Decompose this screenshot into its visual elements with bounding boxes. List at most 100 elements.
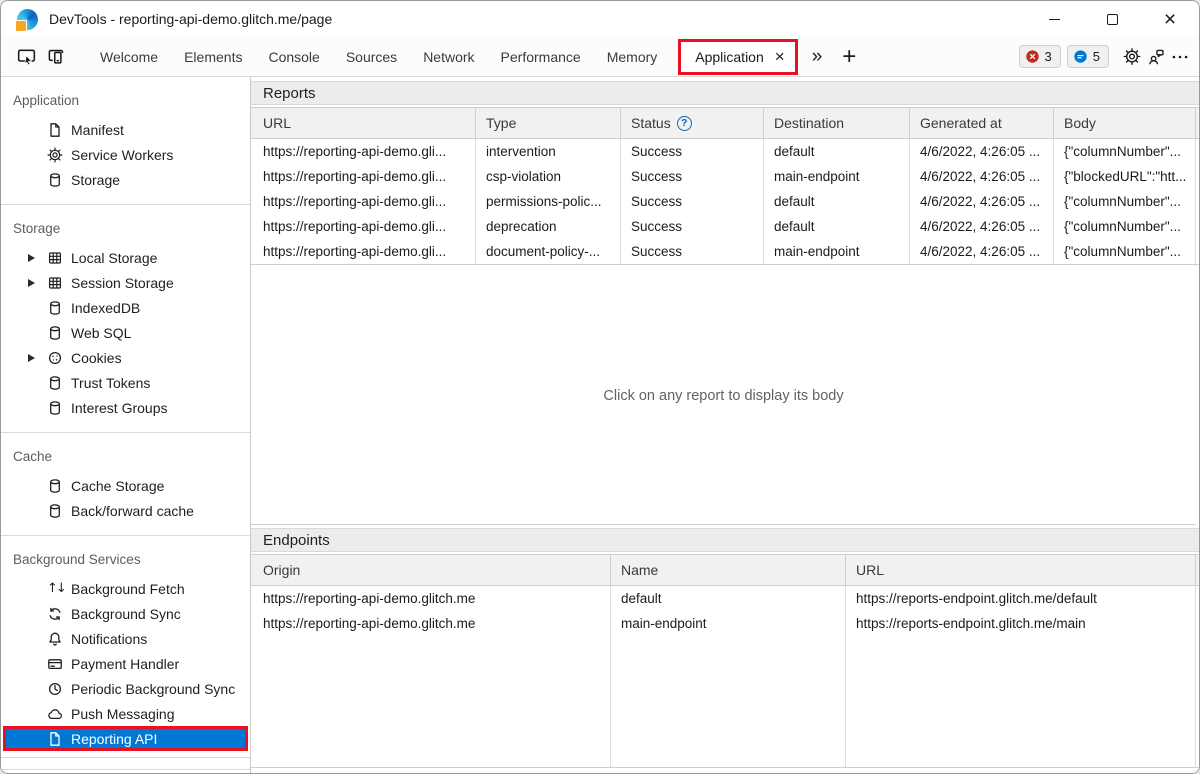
report-body: {"columnNumber"... [1054, 139, 1196, 164]
section-title-cache: Cache [13, 448, 53, 464]
database-icon [50, 375, 60, 390]
tab-elements[interactable]: Elements [171, 37, 255, 76]
sidebar-item-notifications[interactable]: Notifications [1, 626, 250, 651]
sidebar-item-trust-tokens[interactable]: Trust Tokens [1, 370, 250, 395]
sidebar-item-manifest[interactable]: Manifest [1, 117, 250, 142]
message-count: 5 [1092, 49, 1100, 64]
minimize-button[interactable] [1025, 1, 1083, 37]
database-icon [50, 300, 60, 315]
endpoint-name[interactable]: default [611, 586, 845, 611]
more-tabs-button[interactable]: » [802, 46, 833, 68]
column-header-generated-at[interactable]: Generated at [910, 108, 1054, 138]
report-generated-at: 4/6/2022, 4:26:05 ... [910, 214, 1054, 239]
sidebar-item-label: Periodic Background Sync [71, 680, 236, 697]
sidebar-item-label: Push Messaging [71, 705, 175, 722]
tab-memory[interactable]: Memory [594, 37, 671, 76]
sidebar-item-service-workers[interactable]: Service Workers [1, 142, 250, 167]
endpoints-url-column: https://reports-endpoint.glitch.me/defau… [846, 586, 1196, 767]
sidebar-section-storage: Storage Local Storage Session Storage In… [1, 205, 250, 433]
endpoint-url[interactable]: https://reports-endpoint.glitch.me/defau… [846, 586, 1195, 611]
report-row[interactable]: https://reporting-api-demo.gli... permis… [251, 189, 1199, 214]
endpoints-grid-header: Origin Name URL [251, 554, 1199, 586]
console-messages-badge[interactable]: 5 [1066, 45, 1109, 68]
sidebar-item-back-forward-cache[interactable]: Back/forward cache [1, 498, 250, 523]
console-errors-badge[interactable]: 3 [1018, 45, 1061, 68]
column-header-endpoint-url[interactable]: URL [846, 555, 1196, 585]
sidebar-item-cache-storage[interactable]: Cache Storage [1, 473, 250, 498]
reporting-api-panel: Reports URL Type Status ? Destination Ge… [251, 77, 1199, 773]
sidebar-item-label: Session Storage [71, 274, 174, 291]
expand-arrow-icon[interactable] [28, 353, 35, 362]
gear-icon [1123, 48, 1141, 65]
sidebar-item-label: Cookies [71, 349, 122, 366]
sidebar-item-reporting-api-selected[interactable]: Reporting API [3, 726, 248, 751]
tab-welcome[interactable]: Welcome [87, 37, 171, 76]
tab-sources[interactable]: Sources [333, 37, 410, 76]
devtools-body: Application Manifest Service Workers Sto… [1, 77, 1199, 773]
close-button[interactable]: × [1141, 1, 1199, 37]
endpoint-origin[interactable]: https://reporting-api-demo.glitch.me [251, 611, 610, 636]
sidebar-item-local-storage[interactable]: Local Storage [1, 245, 250, 270]
sidebar-section-background-services: Background Services ↑↓ Background Fetch … [1, 536, 250, 758]
endpoints-title: Endpoints [263, 531, 330, 549]
sidebar-item-push-messaging[interactable]: Push Messaging [1, 701, 250, 726]
window-title: DevTools - reporting-api-demo.glitch.me/… [49, 11, 333, 27]
sidebar-item-background-sync[interactable]: Background Sync [1, 601, 250, 626]
error-icon [1025, 50, 1039, 63]
report-type: intervention [476, 139, 621, 164]
more-options-button[interactable] [1171, 48, 1189, 66]
report-url: https://reporting-api-demo.gli... [251, 189, 476, 214]
tab-console[interactable]: Console [255, 37, 332, 76]
column-header-body[interactable]: Body [1054, 108, 1196, 138]
column-header-destination[interactable]: Destination [764, 108, 910, 138]
sidebar-item-payment-handler[interactable]: Payment Handler [1, 651, 250, 676]
tab-performance[interactable]: Performance [488, 37, 594, 76]
column-header-status[interactable]: Status ? [621, 108, 764, 138]
maximize-button[interactable] [1083, 1, 1141, 37]
database-icon [50, 400, 60, 415]
endpoint-name[interactable]: main-endpoint [611, 611, 845, 636]
sidebar-item-interest-groups[interactable]: Interest Groups [1, 395, 250, 420]
report-body-preview-pane: Click on any report to display its body [251, 267, 1196, 525]
report-row[interactable]: https://reporting-api-demo.gli... deprec… [251, 214, 1199, 239]
feedback-button[interactable] [1147, 48, 1165, 66]
table-icon [48, 276, 62, 289]
sidebar-section-application: Application Manifest Service Workers Sto… [1, 77, 250, 205]
status-help-icon[interactable]: ? [676, 115, 692, 131]
cookie-icon [48, 351, 62, 364]
report-row[interactable]: https://reporting-api-demo.gli... docume… [251, 239, 1199, 264]
inspect-element-button[interactable] [11, 42, 41, 72]
device-toolbar-button[interactable] [41, 42, 71, 72]
sidebar-item-periodic-background-sync[interactable]: Periodic Background Sync [1, 676, 250, 701]
settings-button[interactable] [1123, 48, 1141, 66]
preview-empty-message: Click on any report to display its body [603, 387, 844, 404]
file-icon [50, 731, 60, 746]
report-row[interactable]: https://reporting-api-demo.gli... csp-vi… [251, 164, 1199, 189]
column-header-type[interactable]: Type [476, 108, 621, 138]
column-header-url[interactable]: URL [251, 108, 476, 138]
column-header-origin[interactable]: Origin [251, 555, 611, 585]
endpoint-origin[interactable]: https://reporting-api-demo.glitch.me [251, 586, 610, 611]
tab-close-icon[interactable]: × [775, 48, 785, 65]
report-row[interactable]: https://reporting-api-demo.gli... interv… [251, 139, 1199, 164]
endpoint-url[interactable]: https://reports-endpoint.glitch.me/main [846, 611, 1195, 636]
sidebar-item-indexeddb[interactable]: IndexedDB [1, 295, 250, 320]
report-status: Success [621, 214, 764, 239]
report-status: Success [621, 189, 764, 214]
expand-arrow-icon[interactable] [28, 278, 35, 287]
sidebar-item-label: Background Fetch [71, 580, 185, 597]
add-tab-button[interactable]: + [832, 43, 866, 71]
sidebar-item-session-storage[interactable]: Session Storage [1, 270, 250, 295]
sidebar-item-cookies[interactable]: Cookies [1, 345, 250, 370]
tab-application-active[interactable]: Application × [678, 38, 798, 75]
reports-grid-header: URL Type Status ? Destination Generated … [251, 107, 1199, 139]
section-title-application: Application [13, 92, 80, 108]
sidebar-item-storage[interactable]: Storage [1, 167, 250, 192]
tab-network[interactable]: Network [410, 37, 487, 76]
column-header-name[interactable]: Name [611, 555, 846, 585]
sidebar-item-web-sql[interactable]: Web SQL [1, 320, 250, 345]
sidebar-item-label: IndexedDB [71, 299, 141, 316]
expand-arrow-icon[interactable] [28, 253, 35, 262]
sidebar-item-label: Trust Tokens [71, 374, 151, 391]
sidebar-item-background-fetch[interactable]: ↑↓ Background Fetch [1, 576, 250, 601]
